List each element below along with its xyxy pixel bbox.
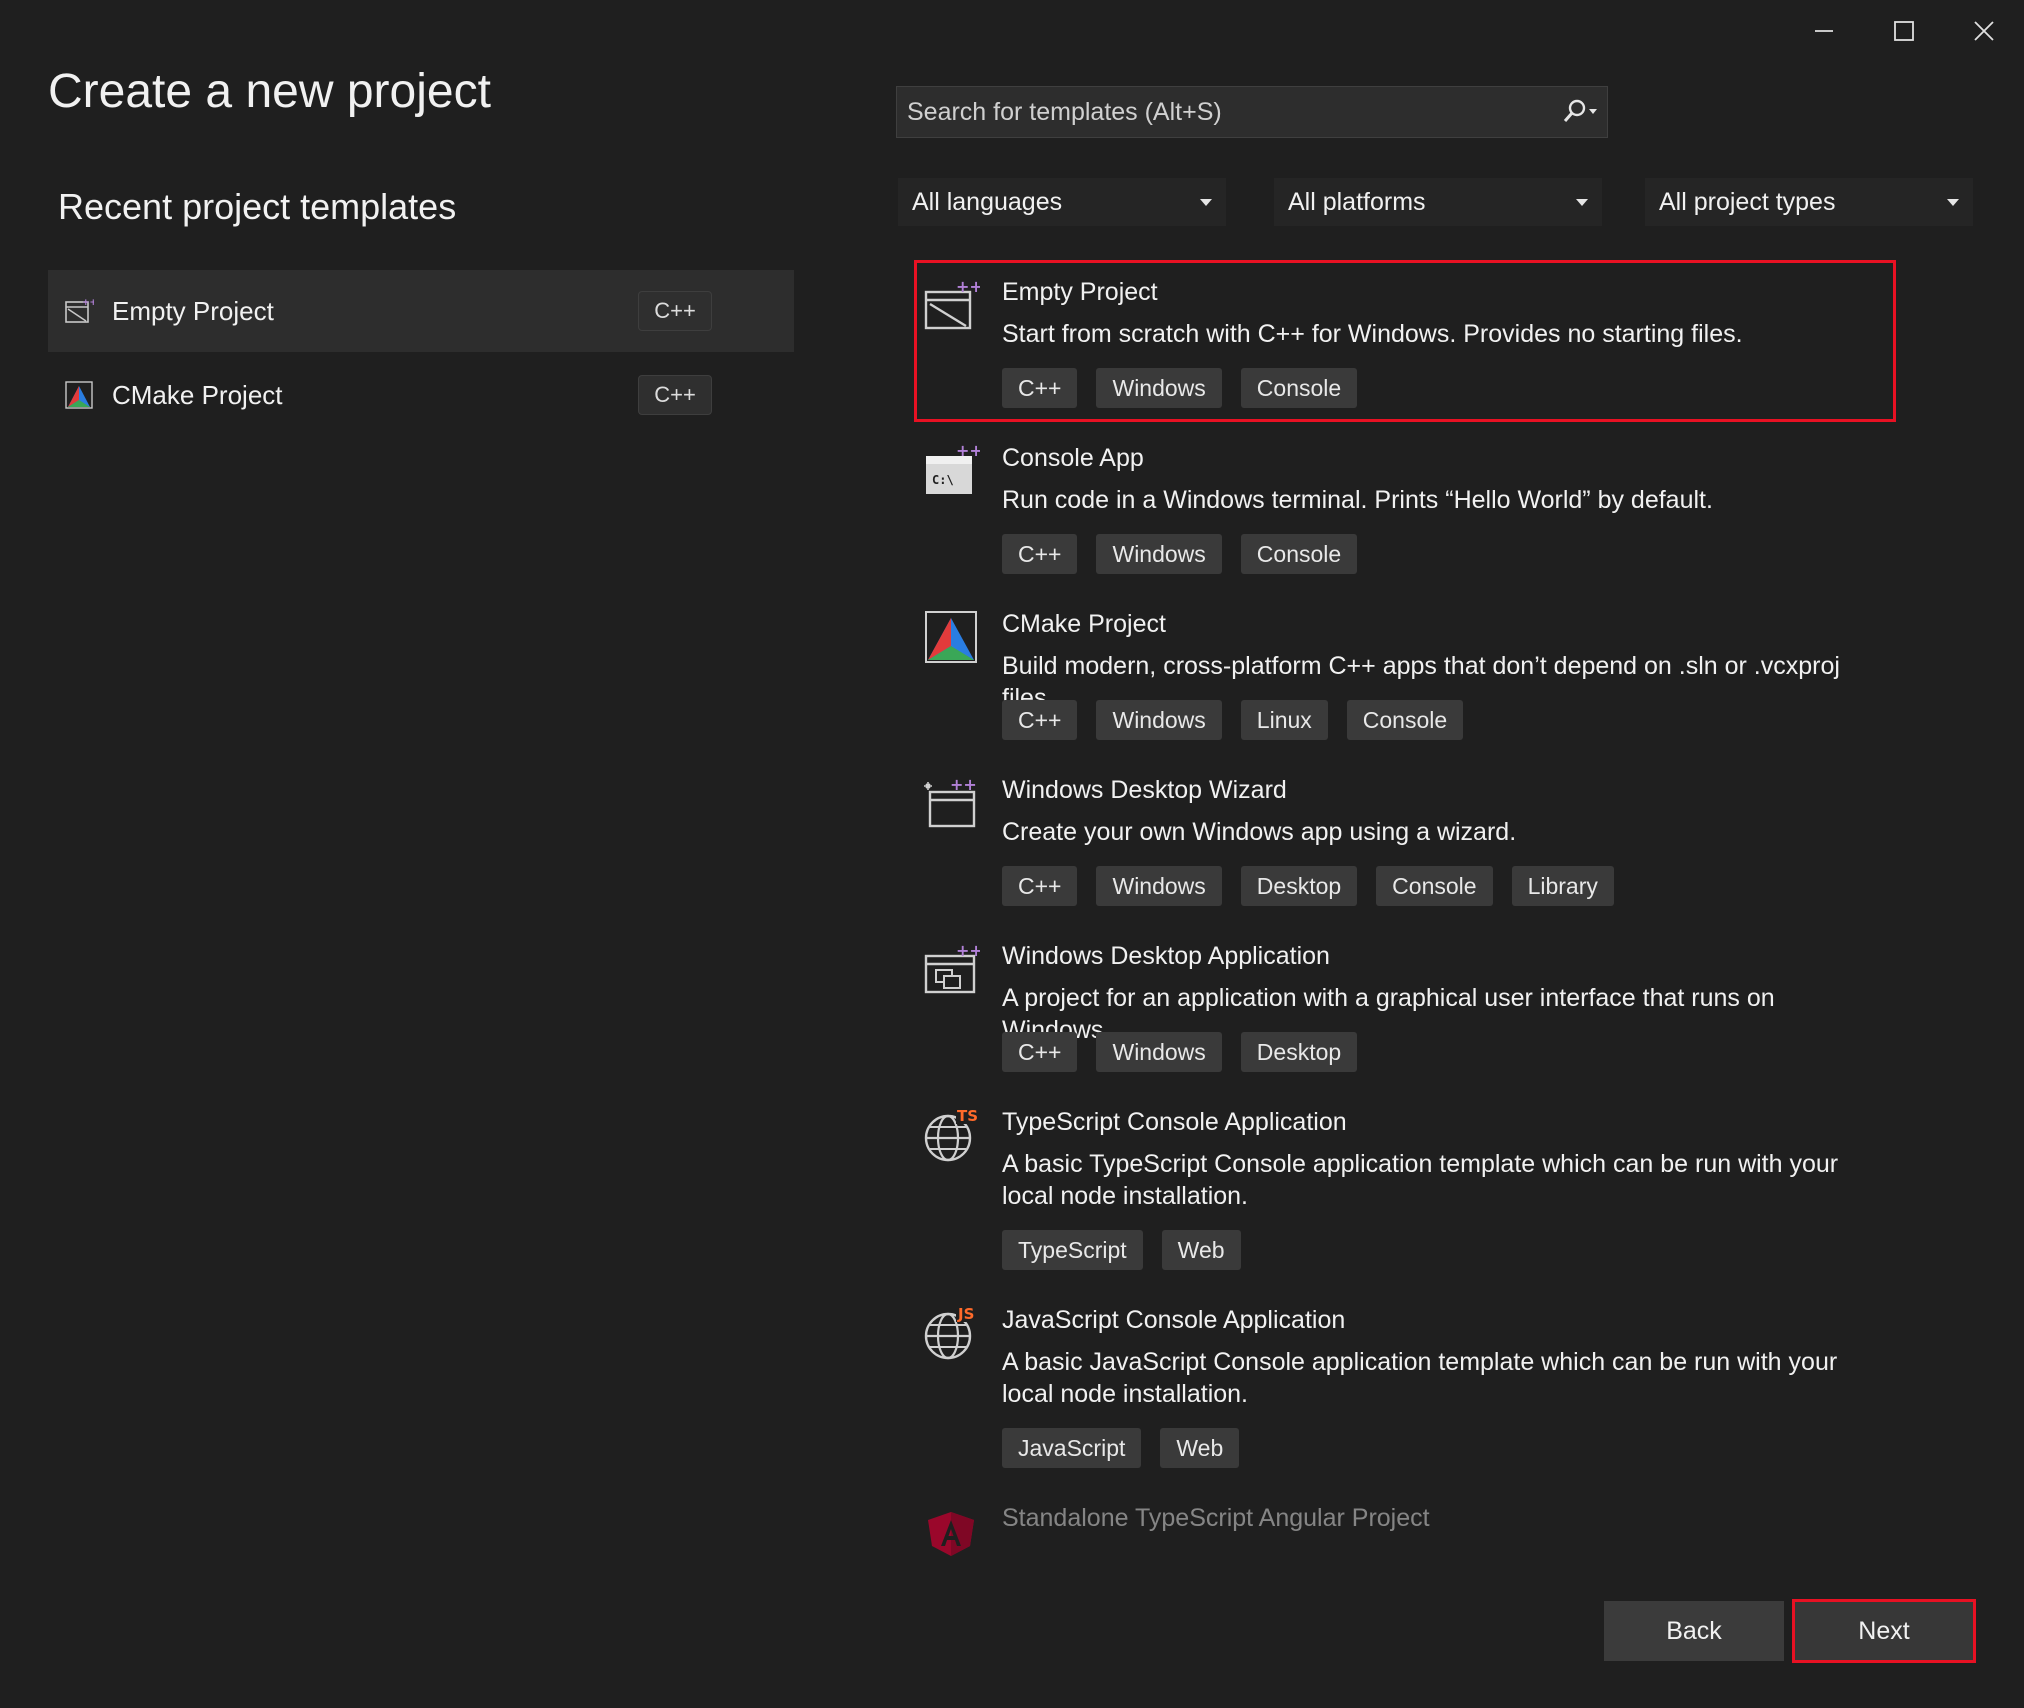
- chevron-down-icon: [1947, 198, 1959, 206]
- tag: Windows: [1096, 700, 1222, 740]
- tag: Console: [1376, 866, 1493, 906]
- tag: Console: [1240, 534, 1358, 574]
- empty-project-icon: ++: [65, 298, 94, 323]
- tag: C++: [1002, 700, 1078, 740]
- language-chip: C++: [638, 291, 712, 331]
- search-icon: [1563, 99, 1597, 122]
- cmake-icon: [925, 611, 977, 663]
- tag: Desktop: [1240, 1032, 1358, 1072]
- template-description: A basic JavaScript Console application t…: [1002, 1348, 1838, 1408]
- cmake-icon: [65, 381, 93, 409]
- template-name: CMake Project: [1002, 610, 1166, 638]
- template-name: TypeScript Console Application: [1002, 1108, 1347, 1136]
- maximize-icon: [1894, 21, 1914, 41]
- tag: Linux: [1240, 700, 1328, 740]
- template-description: Run code in a Windows terminal. Prints “…: [1002, 486, 1713, 514]
- next-button[interactable]: Next: [1792, 1599, 1976, 1663]
- minimize-icon: [1815, 30, 1833, 32]
- javascript-globe-icon: JS: [924, 1304, 980, 1360]
- language-filter[interactable]: All languages: [898, 178, 1226, 226]
- platform-filter-value: All platforms: [1288, 187, 1426, 216]
- close-button[interactable]: [1944, 0, 2024, 62]
- tag: Windows: [1096, 866, 1222, 906]
- template-name: Console App: [1002, 444, 1144, 472]
- svg-text:C:\: C:\: [932, 473, 954, 487]
- template-name: Windows Desktop Wizard: [1002, 776, 1287, 804]
- wizard-icon: ++: [924, 775, 977, 828]
- template-item-typescript-console[interactable]: TS TypeScript Console Application A basi…: [912, 1090, 1912, 1284]
- template-name: JavaScript Console Application: [1002, 1306, 1346, 1334]
- tag: Windows: [1096, 1032, 1222, 1072]
- maximize-button[interactable]: [1864, 0, 1944, 62]
- angular-icon: [928, 1512, 974, 1556]
- tag: TypeScript: [1002, 1230, 1143, 1270]
- template-item-javascript-console[interactable]: JS JavaScript Console Application A basi…: [912, 1288, 1912, 1482]
- tag: JavaScript: [1002, 1428, 1142, 1468]
- tag: Windows: [1096, 534, 1222, 574]
- tag: Console: [1346, 700, 1464, 740]
- svg-text:++: ++: [950, 775, 977, 794]
- selection-highlight: [914, 260, 1896, 422]
- template-tags: C++ Windows Linux Console: [1002, 700, 1464, 740]
- svg-text:JS: JS: [957, 1305, 974, 1323]
- recent-item-cmake-project[interactable]: CMake Project C++: [48, 354, 794, 436]
- template-search[interactable]: Search for templates (Alt+S): [896, 86, 1608, 138]
- template-tags: C++ Windows Console: [1002, 534, 1358, 574]
- page-title: Create a new project: [48, 65, 491, 118]
- template-item-cmake-project[interactable]: CMake Project Build modern, cross-platfo…: [912, 592, 1912, 752]
- template-tags: JavaScript Web: [1002, 1428, 1240, 1468]
- tag: Desktop: [1240, 866, 1358, 906]
- template-tags: C++ Windows Desktop: [1002, 1032, 1358, 1072]
- template-item-angular-project[interactable]: Standalone TypeScript Angular Project: [912, 1486, 1912, 1556]
- chevron-down-icon: [1576, 198, 1588, 206]
- template-item-windows-desktop-wizard[interactable]: ++ Windows Desktop Wizard Create your ow…: [912, 758, 1912, 918]
- typescript-globe-icon: TS: [924, 1106, 980, 1162]
- language-chip: C++: [638, 375, 712, 415]
- search-dropdown[interactable]: [1551, 87, 1607, 137]
- svg-text:++: ++: [82, 298, 94, 308]
- platform-filter[interactable]: All platforms: [1274, 178, 1602, 226]
- language-filter-value: All languages: [912, 187, 1063, 216]
- svg-text:++: ++: [956, 442, 980, 460]
- tag: C++: [1002, 866, 1078, 906]
- back-button[interactable]: Back: [1604, 1601, 1784, 1661]
- template-description: A basic TypeScript Console application t…: [1002, 1150, 1839, 1210]
- minimize-button[interactable]: [1784, 0, 1864, 62]
- template-item-windows-desktop-application[interactable]: ++ Windows Desktop Application A project…: [912, 924, 1912, 1084]
- window-controls: [1784, 0, 2024, 62]
- recent-item-empty-project[interactable]: ++ Empty Project C++: [48, 270, 794, 352]
- template-tags: C++ Windows Desktop Console Library: [1002, 866, 1614, 906]
- recent-item-label: Empty Project: [112, 295, 274, 326]
- project-type-filter-value: All project types: [1659, 187, 1836, 216]
- tag: Web: [1160, 1428, 1240, 1468]
- template-description: Create your own Windows app using a wiza…: [1002, 818, 1517, 846]
- tag: Library: [1511, 866, 1614, 906]
- template-tags: TypeScript Web: [1002, 1230, 1241, 1270]
- recent-templates-heading: Recent project templates: [58, 186, 457, 227]
- tag: C++: [1002, 1032, 1078, 1072]
- search-input[interactable]: Search for templates (Alt+S): [907, 98, 1551, 127]
- console-app-icon: C:\ ++: [926, 442, 980, 494]
- template-name: Standalone TypeScript Angular Project: [1002, 1504, 1430, 1532]
- close-icon: [1974, 21, 1994, 41]
- tag: C++: [1002, 534, 1078, 574]
- svg-text:++: ++: [956, 941, 980, 960]
- desktop-app-icon: ++: [924, 941, 980, 994]
- template-item-console-app[interactable]: C:\ ++ Console App Run code in a Windows…: [912, 426, 1912, 586]
- recent-item-label: CMake Project: [112, 379, 283, 410]
- template-name: Windows Desktop Application: [1002, 942, 1330, 970]
- tag: Web: [1161, 1230, 1241, 1270]
- svg-text:TS: TS: [957, 1107, 978, 1125]
- chevron-down-icon: [1200, 198, 1212, 206]
- project-type-filter[interactable]: All project types: [1645, 178, 1973, 226]
